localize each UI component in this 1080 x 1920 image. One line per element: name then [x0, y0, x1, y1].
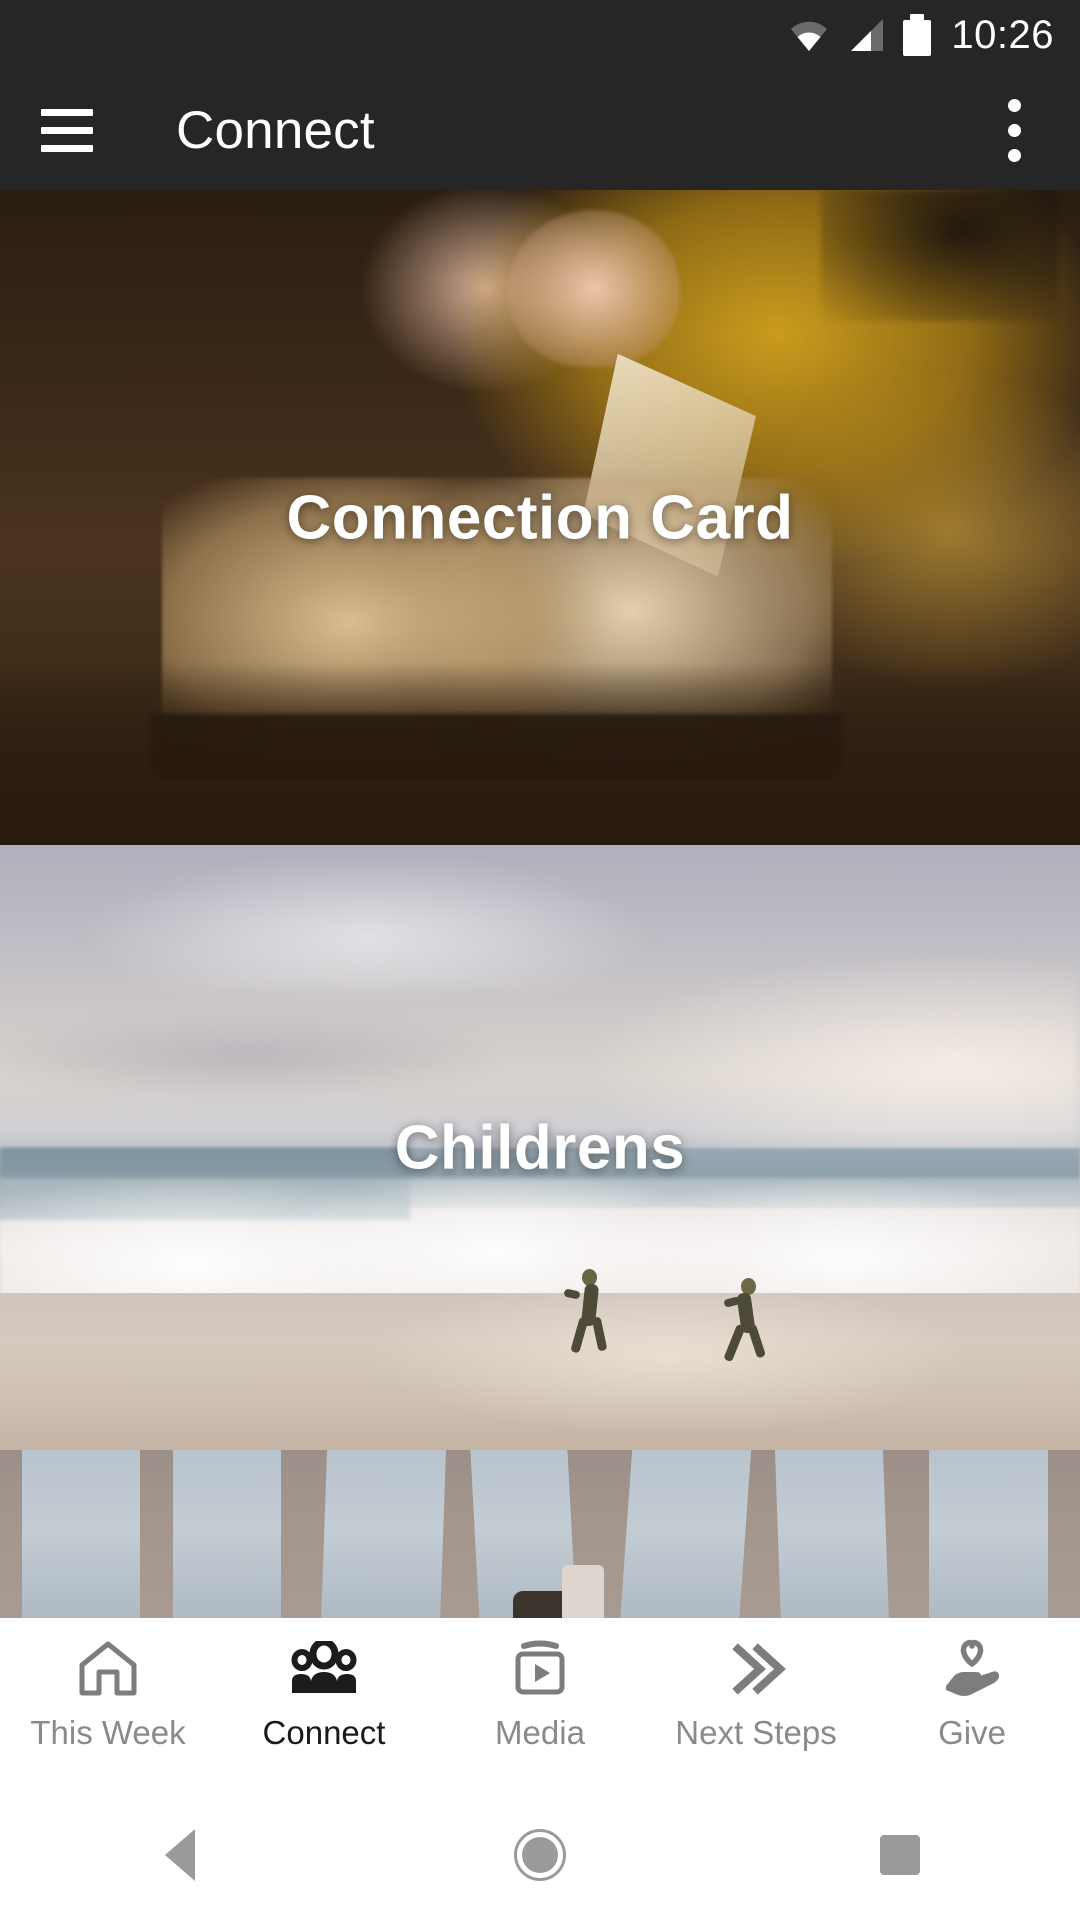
tab-connect[interactable]: Connect	[216, 1636, 432, 1752]
app-bar: Connect	[0, 70, 1080, 190]
tab-label: Next Steps	[675, 1714, 837, 1751]
card-childrens[interactable]: Childrens	[0, 845, 1080, 1450]
phone-screen: 10:26 Connect Connection Card Childrens …	[0, 0, 1080, 1920]
hamburger-menu-icon[interactable]	[30, 93, 104, 167]
tab-give[interactable]: Give	[864, 1636, 1080, 1752]
bottom-tab-bar: This Week Connect Media Next Steps Give	[0, 1618, 1080, 1790]
tab-label: Media	[495, 1714, 585, 1751]
card-label: Childrens	[394, 1113, 686, 1182]
android-navigation-bar	[0, 1790, 1080, 1920]
page-title: Connect	[176, 100, 375, 160]
video-play-icon	[510, 1636, 570, 1702]
tab-media[interactable]: Media	[432, 1636, 648, 1752]
card-list[interactable]: Connection Card Childrens	[0, 190, 1080, 1618]
cellular-signal-icon	[847, 18, 885, 52]
more-vertical-icon[interactable]	[978, 85, 1050, 175]
card-image-partial	[0, 1450, 1080, 1618]
back-triangle-icon[interactable]	[120, 1810, 240, 1900]
recents-square-icon[interactable]	[840, 1810, 960, 1900]
status-time: 10:26	[951, 13, 1054, 57]
home-icon	[77, 1636, 139, 1702]
card-connection-card[interactable]: Connection Card	[0, 190, 1080, 845]
battery-icon	[903, 14, 932, 56]
status-bar: 10:26	[0, 0, 1080, 70]
tab-label: This Week	[30, 1714, 186, 1751]
status-icons	[789, 14, 932, 56]
wifi-icon	[789, 18, 829, 52]
double-chevron-right-icon	[724, 1636, 788, 1702]
people-group-icon	[289, 1636, 359, 1702]
tab-this-week[interactable]: This Week	[0, 1636, 216, 1752]
card-partial[interactable]	[0, 1450, 1080, 1618]
tab-label: Give	[938, 1714, 1006, 1751]
tab-label: Connect	[262, 1714, 386, 1751]
home-circle-icon[interactable]	[480, 1810, 600, 1900]
card-label: Connection Card	[286, 483, 794, 552]
tab-next-steps[interactable]: Next Steps	[648, 1636, 864, 1752]
hand-heart-icon	[940, 1636, 1004, 1702]
